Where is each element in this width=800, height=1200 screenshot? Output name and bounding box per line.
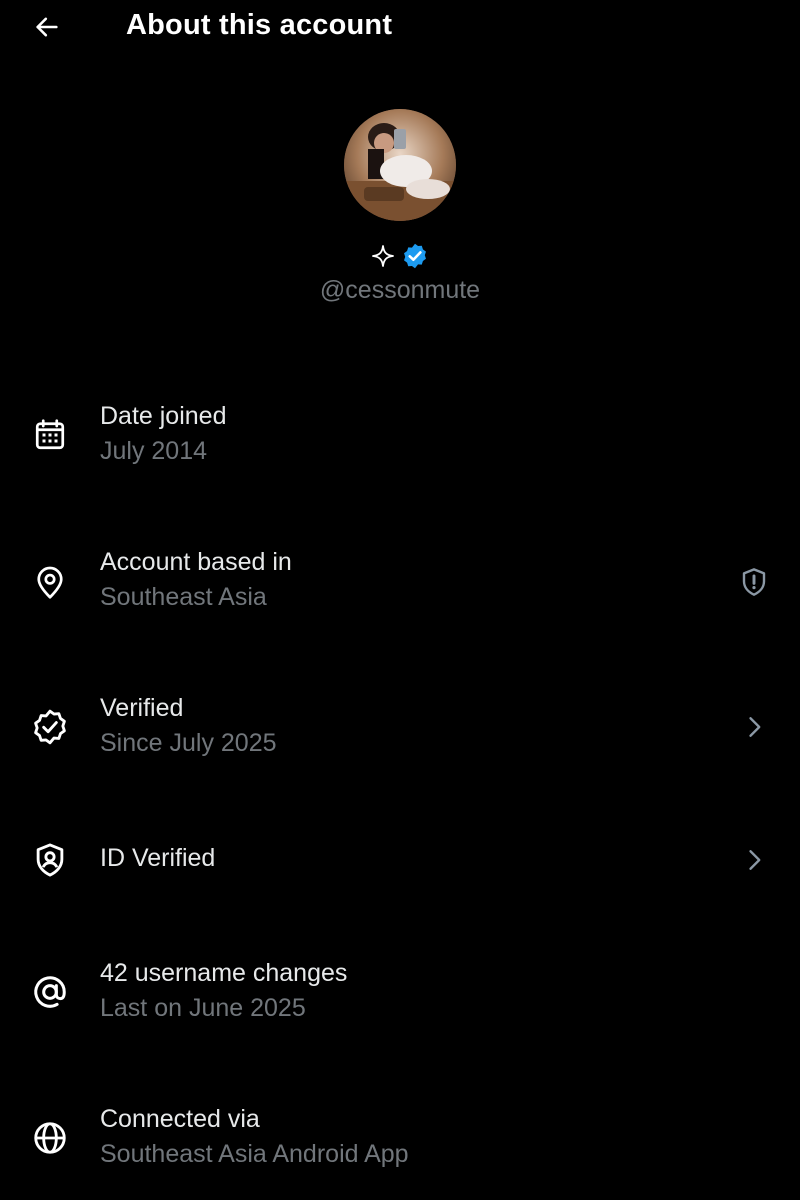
arrow-left-icon (33, 13, 61, 41)
avatar[interactable] (344, 109, 456, 221)
badge-row (368, 241, 432, 271)
row-title: ID Verified (100, 844, 216, 872)
row-title: Connected via (100, 1105, 260, 1133)
row-subtitle: Since July 2025 (100, 729, 277, 757)
calendar-icon (30, 415, 70, 455)
row-connected-via: Connected via Southeast Asia Android App (0, 1083, 800, 1193)
page-title: About this account (126, 9, 393, 41)
globe-icon (30, 1118, 70, 1158)
id-shield-icon (30, 840, 70, 880)
row-subtitle: July 2014 (100, 437, 208, 465)
location-pin-icon (30, 563, 70, 603)
chevron-right-icon[interactable] (732, 705, 776, 749)
username-handle: @cessonmute (319, 276, 481, 304)
row-subtitle: Last on June 2025 (100, 994, 306, 1022)
row-title: Verified (100, 694, 184, 722)
row-title: Account based in (100, 548, 292, 576)
verified-badge-icon[interactable] (401, 242, 429, 270)
row-title: Date joined (100, 402, 227, 430)
row-subtitle: Southeast Asia (100, 583, 267, 611)
at-sign-icon (30, 972, 70, 1012)
verified-outline-icon (30, 707, 70, 747)
top-bar: About this account (0, 0, 800, 54)
row-date-joined: Date joined July 2014 (0, 380, 800, 490)
sparkle-icon (371, 244, 395, 268)
row-username-changes: 42 username changes Last on June 2025 (0, 937, 800, 1047)
row-id-verified[interactable]: ID Verified (0, 806, 800, 916)
row-title: 42 username changes (100, 959, 348, 987)
chevron-right-icon[interactable] (732, 838, 776, 882)
row-subtitle: Southeast Asia Android App (100, 1140, 409, 1168)
back-button[interactable] (28, 8, 66, 46)
shield-alert-icon[interactable] (732, 560, 776, 604)
row-account-based-in: Account based in Southeast Asia (0, 526, 800, 636)
row-verified[interactable]: Verified Since July 2025 (0, 672, 800, 782)
